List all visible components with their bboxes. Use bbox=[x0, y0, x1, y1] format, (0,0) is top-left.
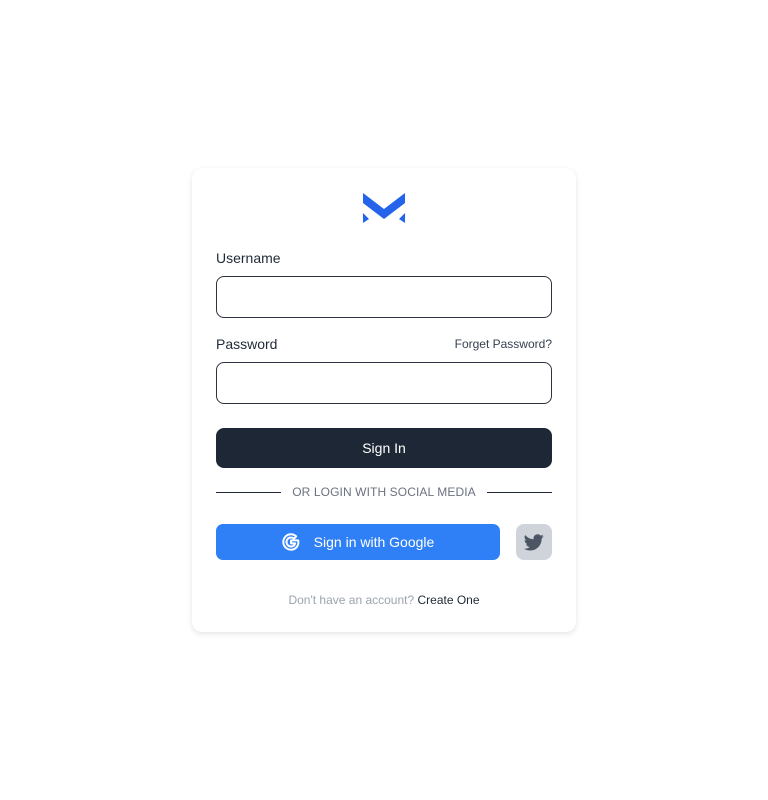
password-label: Password bbox=[216, 336, 278, 352]
sign-in-button[interactable]: Sign In bbox=[216, 428, 552, 468]
social-divider: OR LOGIN WITH SOCIAL MEDIA bbox=[216, 484, 553, 500]
twitter-signin-button[interactable] bbox=[516, 524, 552, 560]
divider-line-left bbox=[216, 491, 282, 493]
google-icon bbox=[281, 533, 300, 551]
create-account-link[interactable]: Create One bbox=[418, 593, 480, 607]
google-signin-button[interactable]: Sign in with Google bbox=[216, 524, 500, 560]
password-input[interactable] bbox=[216, 362, 552, 404]
google-signin-label: Sign in with Google bbox=[313, 534, 435, 550]
signup-text: Don't have an account? bbox=[288, 593, 415, 607]
divider-line-right bbox=[486, 491, 553, 493]
username-input[interactable] bbox=[216, 276, 552, 318]
username-label: Username bbox=[216, 250, 281, 266]
forgot-password-link[interactable]: Forget Password? bbox=[455, 337, 552, 351]
divider-text: OR LOGIN WITH SOCIAL MEDIA bbox=[292, 485, 476, 499]
login-card: Username Password Forget Password? Sign … bbox=[192, 168, 576, 632]
signup-prompt: Don't have an account? Create One bbox=[192, 593, 576, 607]
twitter-icon bbox=[524, 533, 544, 550]
m-logo-icon bbox=[363, 193, 405, 223]
